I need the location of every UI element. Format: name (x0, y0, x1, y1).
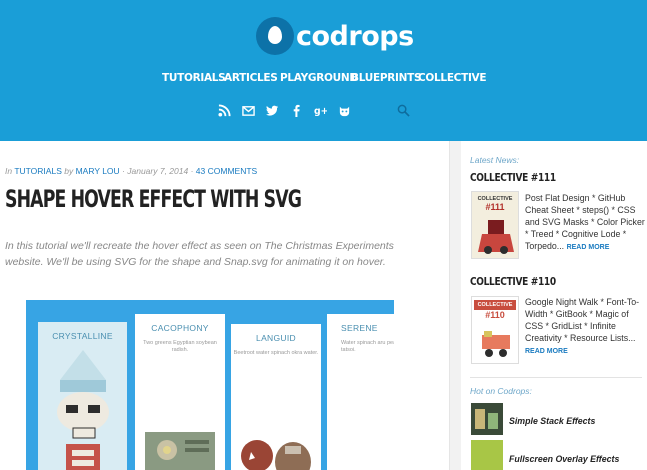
twitter-icon[interactable] (265, 103, 279, 117)
read-more-link-2[interactable]: READ MORE (525, 348, 568, 355)
nav-tutorials[interactable]: TUTORIALS (162, 72, 226, 84)
article-title[interactable]: SHAPE HOVER EFFECT WITH SVG (5, 185, 302, 213)
figures-illustration (241, 440, 311, 470)
news-excerpt-1: Post Flat Design * GitHub Cheat Sheet * … (525, 193, 645, 251)
cart-illustration (482, 331, 510, 357)
facebook-icon[interactable] (289, 103, 303, 117)
site-header: codrops TUTORIALS ARTICLES PLAYGROUND BL… (0, 0, 647, 141)
news-excerpt-2: Google Night Walk * Font-To-Width * GitB… (525, 297, 640, 355)
mail-icon[interactable] (241, 103, 255, 117)
rss-icon[interactable] (217, 103, 231, 117)
read-more-link-1[interactable]: READ MORE (567, 244, 610, 251)
hot-thumb-2[interactable] (471, 440, 503, 470)
demo-preview-image[interactable]: CRYSTALLINE CACOPHONY Two greens Egyptia… (26, 300, 394, 470)
codrops-logo[interactable]: codrops (256, 16, 414, 56)
drop-logo-icon (256, 17, 294, 55)
demo-card-serene: SERENE Water spinach aru pea tatsoi. (327, 314, 394, 470)
robot-illustration (478, 220, 514, 254)
sidebar-divider (449, 141, 461, 470)
news-thumb-1[interactable]: COLLECTIVE #111 (471, 191, 519, 259)
skull-illustration (57, 350, 109, 470)
author-link[interactable]: MARY LOU (76, 166, 120, 176)
news-title-1[interactable]: COLLECTIVE #111 (470, 171, 556, 184)
nav-collective[interactable]: COLLECTIVE (418, 72, 487, 84)
google-plus-icon[interactable]: g+ (313, 103, 327, 117)
search-icon[interactable] (396, 103, 410, 117)
github-icon[interactable] (337, 103, 351, 117)
latest-news-label: Latest News: (470, 155, 520, 165)
radio-illustration (145, 432, 215, 470)
demo-card-languid: LANGUID Beetroot water spinach okra wate… (231, 324, 321, 470)
demo-card-cacophony: CACOPHONY Two greens Egyptian soybean ra… (135, 314, 225, 470)
category-link[interactable]: TUTORIALS (14, 166, 62, 176)
main-nav: TUTORIALS ARTICLES PLAYGROUND BLUEPRINTS… (0, 72, 647, 86)
article-meta: In TUTORIALS by MARY LOU · January 7, 20… (5, 166, 258, 176)
comments-link[interactable]: 43 COMMENTS (196, 166, 257, 176)
article-excerpt: In this tutorial we'll recreate the hove… (5, 240, 394, 268)
hot-item-1[interactable]: Simple Stack Effects (509, 416, 595, 426)
news-thumb-2[interactable]: COLLECTIVE #110 (471, 296, 519, 364)
hot-item-2[interactable]: Fullscreen Overlay Effects (509, 454, 619, 464)
demo-card-crystalline: CRYSTALLINE (38, 322, 127, 470)
nav-articles[interactable]: ARTICLES (224, 72, 278, 84)
hot-on-codrops-label: Hot on Codrops: (470, 386, 532, 396)
news-title-2[interactable]: COLLECTIVE #110 (470, 275, 556, 288)
article-date: · January 7, 2014 · (122, 166, 194, 176)
nav-playground[interactable]: PLAYGROUND (280, 72, 358, 84)
svg-text:g+: g+ (314, 106, 327, 117)
sidebar-separator (470, 377, 642, 378)
nav-blueprints[interactable]: BLUEPRINTS (351, 72, 422, 84)
hot-thumb-1[interactable] (471, 403, 503, 435)
